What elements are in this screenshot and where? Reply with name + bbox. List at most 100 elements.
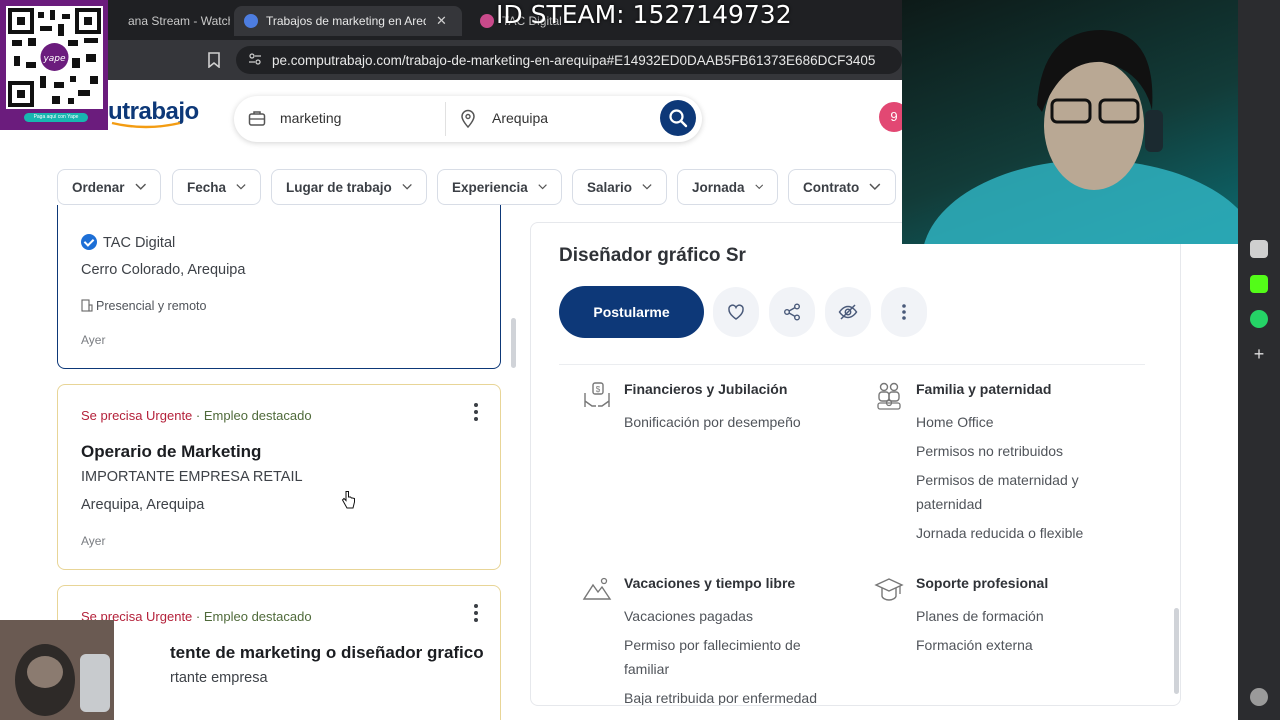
verified-icon xyxy=(81,234,97,250)
location-pin-icon xyxy=(461,109,475,128)
benefit-heading: Soporte profesional xyxy=(916,575,1049,591)
chevron-down-icon xyxy=(236,184,246,190)
keyword-input[interactable]: marketing xyxy=(280,110,341,126)
work-mode-label: Presencial y remoto xyxy=(96,299,207,313)
job-card[interactable]: Se precisa Urgente · Empleo destacado Op… xyxy=(57,384,501,570)
bookmark-icon[interactable] xyxy=(207,52,221,68)
benefit-item: Bonificación por desempeño xyxy=(624,414,801,430)
streamer-silhouette xyxy=(924,30,1240,244)
job-work-mode: Presencial y remoto xyxy=(81,299,206,313)
benefit-list: Planes de formación Formación externa xyxy=(916,604,1131,662)
job-card-selected[interactable]: TAC Digital Cerro Colorado, Arequipa Pre… xyxy=(57,205,501,369)
filter-label: Lugar de trabajo xyxy=(286,179,392,195)
more-button[interactable] xyxy=(881,287,927,337)
job-location: Cerro Colorado, Arequipa xyxy=(81,262,246,278)
location-input[interactable]: Arequipa xyxy=(492,110,548,126)
separator-dot: · xyxy=(195,609,201,624)
company-name: TAC Digital xyxy=(103,235,176,251)
filter-contrato[interactable]: Contrato xyxy=(788,169,896,205)
benefit-item: Vacaciones pagadas xyxy=(624,608,753,624)
job-company[interactable]: IMPORTANTE EMPRESA RETAIL xyxy=(81,469,303,485)
job-list-scrollbar[interactable] xyxy=(511,318,516,368)
close-tab-icon[interactable]: ✕ xyxy=(436,13,447,29)
detail-divider xyxy=(559,364,1145,365)
more-options-icon[interactable] xyxy=(474,604,478,622)
filter-fecha[interactable]: Fecha xyxy=(172,169,261,205)
job-detail-panel: Diseñador gráfico Sr Postularme $ Financ… xyxy=(530,222,1181,706)
job-date: Ayer xyxy=(81,534,106,548)
filter-ordenar[interactable]: Ordenar xyxy=(57,169,161,205)
svg-text:yape: yape xyxy=(42,54,66,64)
chevron-down-icon xyxy=(869,183,881,190)
filter-experiencia[interactable]: Experiencia xyxy=(437,169,562,205)
share-button[interactable] xyxy=(769,287,815,337)
url-text: pe.computrabajo.com/trabajo-de-marketing… xyxy=(272,52,876,68)
tab-label: ana Stream - Watch Li xyxy=(128,14,230,28)
hand-cursor-icon xyxy=(341,491,355,509)
address-bar[interactable]: pe.computrabajo.com/trabajo-de-marketing… xyxy=(236,46,902,74)
benefit-heading: Vacaciones y tiempo libre xyxy=(624,575,796,591)
detail-scrollbar[interactable] xyxy=(1174,608,1179,694)
filter-salario[interactable]: Salario xyxy=(572,169,667,205)
tab-stream[interactable]: ana Stream - Watch Li xyxy=(118,6,230,36)
benefit-list: Vacaciones pagadas Permiso por fallecimi… xyxy=(624,604,839,705)
computrabajo-favicon-icon xyxy=(244,14,258,28)
qr-caption: Paga aquí con Yape xyxy=(24,113,88,122)
benefit-heading: Familia y paternidad xyxy=(916,381,1052,397)
benefit-list: Bonificación por desempeño xyxy=(624,410,839,439)
add-icon[interactable]: + xyxy=(1250,345,1268,363)
reading-list-icon[interactable] xyxy=(1250,240,1268,258)
chevron-down-icon xyxy=(642,184,652,190)
pet-photo xyxy=(0,620,114,720)
search-divider xyxy=(445,102,446,136)
steam-id-overlay: ID STEAM: 1527149732 xyxy=(496,0,792,29)
filter-label: Ordenar xyxy=(72,179,125,195)
qr-code-icon: yape xyxy=(6,6,103,109)
urgent-badge: Se precisa Urgente · Empleo destacado xyxy=(81,609,312,624)
job-company[interactable]: TAC Digital xyxy=(81,234,175,251)
webcam-overlay xyxy=(902,0,1240,244)
heart-icon xyxy=(728,304,744,320)
filter-lugar-de-trabajo[interactable]: Lugar de trabajo xyxy=(271,169,427,205)
benefit-item: Permisos de maternidad y paternidad xyxy=(916,472,1079,512)
chevron-down-icon xyxy=(754,184,763,190)
job-location: Arequipa, Arequipa xyxy=(81,497,205,513)
chevron-down-icon xyxy=(538,184,547,190)
featured-label: Empleo destacado xyxy=(203,408,312,423)
benefit-item: Home Office xyxy=(916,414,994,430)
benefit-heading: Financieros y Jubilación xyxy=(624,381,788,397)
favorite-button[interactable] xyxy=(713,287,759,337)
apply-button[interactable]: Postularme xyxy=(559,286,704,338)
filter-jornada[interactable]: Jornada xyxy=(677,169,778,205)
job-company[interactable]: rtante empresa xyxy=(170,670,268,686)
job-title[interactable]: tente de marketing o diseñador grafico xyxy=(170,643,484,663)
hide-button[interactable] xyxy=(825,287,871,337)
more-vertical-icon xyxy=(902,304,906,320)
settings-gear-icon[interactable] xyxy=(1250,688,1268,706)
logo-swoosh xyxy=(111,121,181,129)
building-icon xyxy=(81,299,93,312)
separator-dot: · xyxy=(195,408,201,423)
briefcase-icon xyxy=(248,111,266,126)
chevron-down-icon xyxy=(134,183,146,190)
featured-label: Empleo destacado xyxy=(203,609,312,624)
kick-icon[interactable] xyxy=(1250,275,1268,293)
site-info-icon[interactable] xyxy=(248,52,262,66)
job-card[interactable]: Se precisa Urgente · Empleo destacado te… xyxy=(57,585,501,720)
filter-label: Jornada xyxy=(692,179,745,195)
eye-off-icon xyxy=(838,304,858,320)
filter-label: Experiencia xyxy=(452,179,528,195)
search-button[interactable] xyxy=(660,100,696,136)
share-icon xyxy=(784,303,800,321)
whatsapp-icon[interactable] xyxy=(1250,310,1268,328)
mountain-icon xyxy=(582,577,612,600)
more-options-icon[interactable] xyxy=(474,403,478,421)
family-icon xyxy=(877,382,901,410)
graduation-cap-icon xyxy=(874,578,904,601)
filter-label: Salario xyxy=(587,179,633,195)
job-title[interactable]: Operario de Marketing xyxy=(81,442,261,462)
tab-trabajos[interactable]: Trabajos de marketing en Arequi ✕ xyxy=(234,6,462,36)
job-date: Ayer xyxy=(81,333,106,347)
svg-text:$: $ xyxy=(596,385,601,394)
figma-favicon-icon xyxy=(480,14,494,28)
